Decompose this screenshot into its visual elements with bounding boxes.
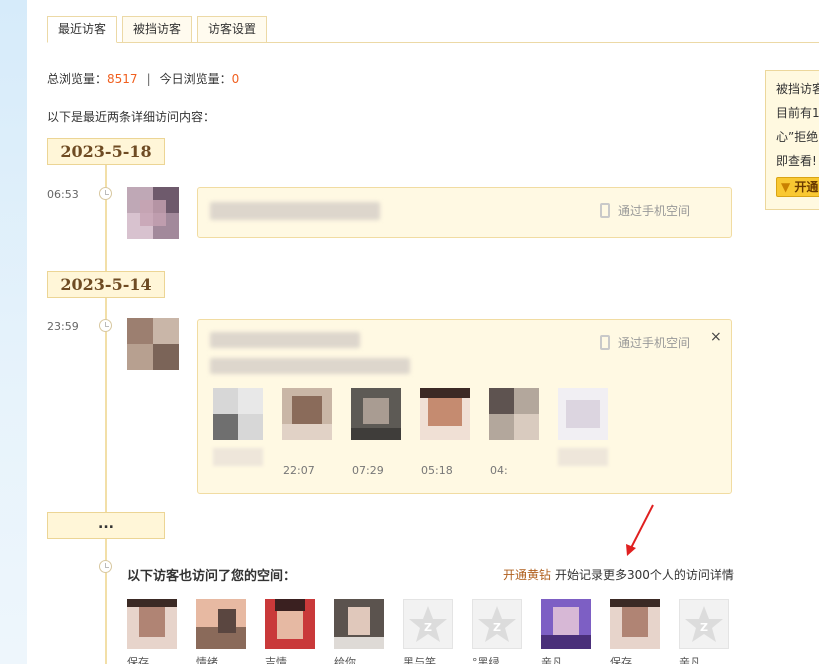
thumb-time: 04: [490, 464, 508, 477]
stats-separator: | [146, 72, 151, 86]
promo-line: 心”拒绝 [776, 130, 819, 144]
more-visitors-button[interactable]: ... [47, 512, 165, 539]
visited-photo-thumb[interactable] [420, 388, 470, 440]
visitor-name[interactable]: 亲凡... [679, 654, 712, 664]
clock-icon [99, 187, 112, 200]
visitor-name[interactable]: °黑绿... [472, 654, 510, 664]
svg-text:Z: Z [700, 621, 708, 634]
phone-icon [600, 203, 610, 218]
blocked-visitors-promo: 被挡访客 目前有1 心”拒绝 即查看! ▼ 开通 [765, 70, 819, 210]
left-background-bar [0, 0, 27, 664]
visitor-name-blurred [210, 332, 360, 348]
open-yellow-diamond-link[interactable]: 开通黄钻 [503, 568, 551, 582]
thumb-caption-blurred [558, 448, 608, 466]
visit-date: 2023-5-18 [47, 138, 165, 165]
visitor-name[interactable]: 黑与笑 [403, 654, 436, 664]
visitor-name[interactable]: 给你... [334, 654, 367, 664]
tab-blocked-visitors[interactable]: 被挡访客 [122, 16, 192, 43]
promo-line: 被挡访客 [776, 82, 819, 96]
view-stats: 总浏览量：8517 | 今日浏览量：0 [47, 70, 239, 87]
timeline-line [105, 165, 107, 664]
thumb-time: 07:29 [352, 464, 384, 477]
open-vip-button[interactable]: ▼ 开通 [776, 177, 819, 197]
thumb-time: 05:18 [421, 464, 453, 477]
visitor-name[interactable]: 保存... [610, 654, 643, 664]
svg-text:Z: Z [424, 621, 432, 634]
tab-bar: 最近访客 被挡访客 访客设置 [47, 16, 819, 43]
visit-content-blurred [210, 358, 410, 374]
visit-time: 23:59 [47, 320, 79, 333]
promo-text: 开始记录更多300个人的访问详情 [555, 568, 734, 582]
tab-recent-visitors[interactable]: 最近访客 [47, 16, 117, 43]
source-text: 通过手机空间 [600, 202, 690, 219]
today-views-value: 0 [231, 72, 240, 86]
total-views-label: 总浏览量： [47, 72, 108, 86]
promo-line: 目前有1 [776, 106, 819, 120]
visitor-name[interactable]: 吉情... [265, 654, 298, 664]
close-icon[interactable]: × [710, 329, 722, 345]
today-views-label: 今日浏览量： [159, 72, 232, 86]
default-qzone-avatar[interactable]: Z [403, 599, 453, 649]
phone-icon [600, 335, 610, 350]
tab-visitor-settings[interactable]: 访客设置 [197, 16, 267, 43]
visited-photo-thumb[interactable] [489, 388, 539, 440]
intro-text: 以下是最近两条详细访问内容： [47, 110, 216, 124]
visitor-avatar[interactable] [334, 599, 384, 649]
visitor-avatar[interactable] [127, 318, 179, 370]
visit-date: 2023-5-14 [47, 271, 165, 298]
visitor-name[interactable]: 情绪... [196, 654, 229, 664]
thumb-time: 22:07 [283, 464, 315, 477]
visit-time: 06:53 [47, 188, 79, 201]
promo-line: 即查看! [776, 154, 817, 168]
visited-photo-thumb[interactable] [213, 388, 263, 440]
visitor-name-blurred [210, 202, 380, 220]
svg-text:Z: Z [493, 621, 501, 634]
promo-line: 开通黄钻 开始记录更多300个人的访问详情 [503, 566, 734, 583]
visitor-avatar[interactable] [265, 599, 315, 649]
visit-card: 通过手机空间 × 22:07 07:29 05:18 04: [197, 319, 732, 494]
clock-icon [99, 560, 112, 573]
default-qzone-avatar[interactable]: Z [472, 599, 522, 649]
diamond-icon: ▼ [781, 180, 791, 194]
also-visited-heading: 以下访客也访问了您的空间： [127, 569, 297, 584]
visitor-name[interactable]: 保存... [127, 654, 160, 664]
visitor-name[interactable]: 亲凡... [541, 654, 574, 664]
visitor-avatar[interactable] [610, 599, 660, 649]
visited-photo-thumb[interactable] [558, 388, 608, 440]
clock-icon [99, 319, 112, 332]
total-views-value: 8517 [107, 72, 138, 86]
thumb-caption-blurred [213, 448, 263, 466]
visitor-avatar[interactable] [541, 599, 591, 649]
visitor-avatar[interactable] [127, 599, 177, 649]
visitor-avatar[interactable] [127, 187, 179, 239]
visited-photo-thumb[interactable] [351, 388, 401, 440]
default-qzone-avatar[interactable]: Z [679, 599, 729, 649]
visit-card: 通过手机空间 [197, 187, 732, 238]
visited-photo-thumb[interactable] [282, 388, 332, 440]
source-text: 通过手机空间 [600, 334, 690, 351]
visitor-avatar[interactable] [196, 599, 246, 649]
